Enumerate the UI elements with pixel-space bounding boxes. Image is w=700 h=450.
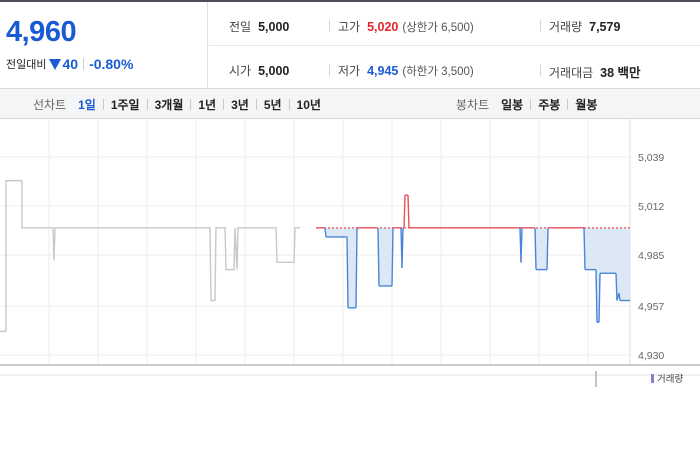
line-period-tab-6[interactable]: 10년	[297, 96, 321, 113]
stat-high: 고가 5,020 (상한가 6,500)	[338, 18, 474, 35]
down-triangle-icon	[49, 58, 62, 70]
tab-divider	[288, 98, 290, 110]
current-price: 4,960	[6, 16, 77, 48]
change-label: 전일대비	[6, 59, 47, 71]
stat-value: 5,000	[258, 64, 290, 78]
today-price-segment	[598, 273, 601, 323]
today-price-segment	[595, 269, 598, 323]
divider	[83, 58, 85, 70]
candle-period-tab-1[interactable]: 주봉	[538, 96, 560, 113]
y-tick-label: 4,930	[638, 350, 664, 362]
tab-divider	[146, 98, 148, 110]
line-period-tab-2[interactable]: 3개월	[155, 96, 184, 113]
stat-label: 거래량	[549, 20, 583, 34]
stat-sub: (하한가 3,500)	[402, 66, 474, 78]
row-divider	[209, 45, 700, 46]
tab-divider	[255, 98, 257, 110]
line-period-tab-0[interactable]: 1일	[78, 96, 96, 113]
price-summary-panel: 4,960 전일대비 40 -0.80% 전일 5,000 고가 5,020 (…	[0, 0, 700, 89]
today-price-segment	[346, 236, 349, 308]
tab-divider	[567, 98, 569, 110]
line-period-tab-5[interactable]: 5년	[264, 96, 282, 113]
tab-divider	[223, 98, 225, 110]
today-price-segment	[391, 227, 394, 286]
column-divider	[329, 20, 330, 32]
today-price-segment	[583, 227, 586, 270]
today-price-segment	[520, 227, 523, 263]
column-divider	[540, 64, 541, 76]
candle-period-tab-0[interactable]: 일봉	[501, 96, 523, 113]
stat-volume: 거래량 7,579	[549, 18, 620, 35]
column-divider	[329, 64, 330, 76]
today-price-segment	[407, 195, 410, 228]
chart-period-tabbar: 선차트 1일 1주일 3개월 1년 3년 5년 10년 봉차트 일봉 주봉 월봉	[0, 89, 700, 119]
stat-label: 시가	[229, 64, 252, 78]
line-period-tab-4[interactable]: 3년	[231, 96, 249, 113]
stat-label: 저가	[338, 64, 361, 78]
tab-divider	[530, 98, 532, 110]
line-chart-title: 선차트	[33, 97, 67, 112]
y-tick-label: 4,957	[638, 301, 664, 313]
volume-legend-swatch	[651, 373, 654, 383]
y-tick-label: 5,039	[638, 152, 664, 164]
today-price-segment	[534, 227, 537, 270]
today-price-segment	[546, 227, 549, 270]
stat-trade-value: 거래대금 38 백만	[549, 62, 641, 81]
change-amount: 40	[62, 56, 79, 72]
stat-open: 시가 5,000	[229, 62, 289, 79]
current-price-box: 4,960 전일대비 40 -0.80%	[0, 2, 208, 89]
line-chart-tabs: 선차트 1일 1주일 3개월 1년 3년 5년 10년	[33, 89, 321, 119]
chart-legend: 거래량	[651, 371, 683, 385]
tab-divider	[102, 98, 104, 110]
today-price-segment	[324, 227, 327, 238]
stat-prev-close: 전일 5,000	[229, 18, 289, 35]
line-period-tab-3[interactable]: 1년	[198, 96, 216, 113]
change-percent: -0.80%	[89, 56, 134, 72]
stat-value: 7,579	[589, 20, 621, 34]
stock-quote-widget: 4,960 전일대비 40 -0.80% 전일 5,000 고가 5,020 (…	[0, 0, 700, 450]
candle-chart-title: 봉차트	[456, 97, 490, 112]
stat-value: 38 백만	[600, 66, 641, 80]
y-tick-label: 4,985	[638, 250, 664, 262]
stat-value: 4,945	[367, 64, 399, 78]
volume-legend-label: 거래량	[657, 374, 684, 385]
stat-value: 5,020	[367, 20, 399, 34]
intraday-chart: 5,039 5,012 4,985 4,957 4,930 거래량	[0, 119, 700, 450]
candle-period-tab-2[interactable]: 월봉	[575, 96, 597, 113]
stat-label: 전일	[229, 20, 252, 34]
stat-low: 저가 4,945 (하한가 3,500)	[338, 62, 474, 79]
price-change-row: 전일대비 40 -0.80%	[6, 56, 133, 72]
y-tick-label: 5,012	[638, 201, 664, 213]
stat-sub: (상한가 6,500)	[402, 22, 474, 34]
stat-label: 고가	[338, 20, 361, 34]
today-price-segment	[355, 227, 358, 308]
today-price-segment	[403, 195, 406, 228]
tab-divider	[190, 98, 192, 110]
today-price-segment	[377, 227, 380, 286]
stat-label: 거래대금	[549, 66, 594, 80]
column-divider	[540, 20, 541, 32]
price-line-chart: 5,039 5,012 4,985 4,957 4,930	[0, 119, 700, 387]
line-period-tab-1[interactable]: 1주일	[111, 96, 140, 113]
candle-chart-tabs: 봉차트 일봉 주봉 월봉	[456, 89, 597, 119]
today-price-segment	[618, 293, 621, 301]
today-price-segment	[615, 273, 618, 301]
stat-value: 5,000	[258, 20, 290, 34]
today-price-segment	[401, 227, 404, 268]
